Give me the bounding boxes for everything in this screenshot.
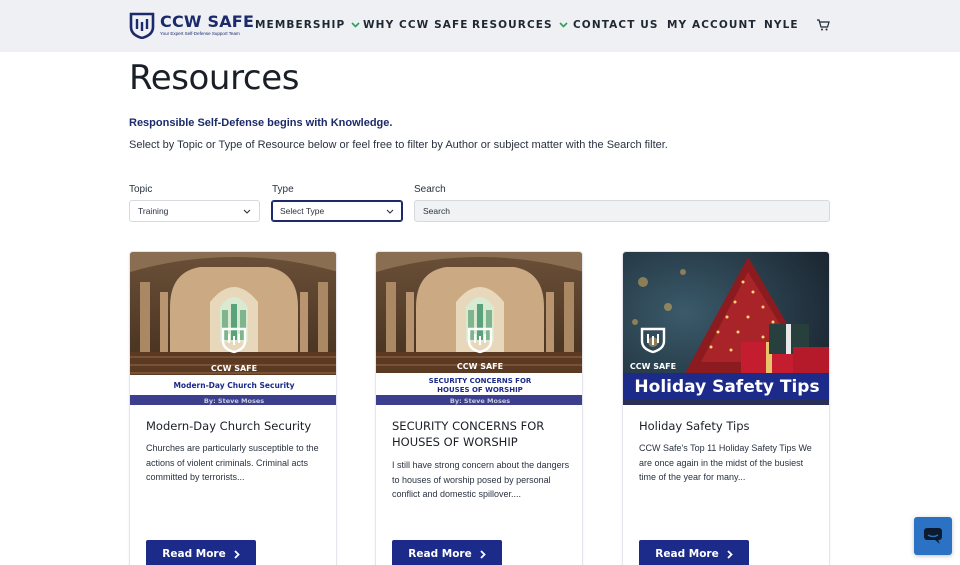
image-banner-text: Holiday Safety Tips <box>634 377 819 397</box>
image-byline-text: By: Steve Moses <box>450 397 510 405</box>
image-logo-text: CCW SAFE <box>211 364 257 373</box>
image-banner-line1: SECURITY CONCERNS FOR <box>429 377 532 385</box>
nav-my-account[interactable]: MY ACCOUNT <box>667 19 757 31</box>
nav-resources[interactable]: RESOURCES <box>472 19 568 31</box>
read-more-label: Read More <box>655 548 719 560</box>
type-label: Type <box>272 184 294 195</box>
nav-user-label: NYLE <box>764 19 799 31</box>
card-title[interactable]: Modern-Day Church Security <box>146 418 324 434</box>
church-interior-image: CCW SAFE Modern-Day Church Security By: … <box>130 252 336 405</box>
resource-card[interactable]: CCW SAFE SECURITY CONCERNS FOR HOUSES OF… <box>375 251 583 565</box>
intro-heading: Responsible Self-Defense begins with Kno… <box>129 117 393 129</box>
nav-user[interactable]: NYLE <box>764 19 799 31</box>
topic-label: Topic <box>129 184 153 195</box>
card-title[interactable]: SECURITY CONCERNS FOR HOUSES OF WORSHIP <box>392 418 570 450</box>
nav-why-ccw-safe[interactable]: WHY CCW SAFE <box>363 19 469 31</box>
brand-logo[interactable]: CCW SAFE Your Expert Self-Defense Suppor… <box>129 11 254 39</box>
nav-membership[interactable]: MEMBERSHIP <box>255 19 360 31</box>
chevron-down-icon <box>559 22 568 28</box>
card-description: Churches are particularly susceptible to… <box>146 443 319 482</box>
read-more-button[interactable]: Read More <box>392 540 502 565</box>
nav-resources-label: RESOURCES <box>472 19 553 31</box>
church-interior-image: CCW SAFE SECURITY CONCERNS FOR HOUSES OF… <box>376 252 582 405</box>
topic-select-value: Training <box>138 206 169 216</box>
search-label: Search <box>414 184 446 195</box>
nav-membership-label: MEMBERSHIP <box>255 19 346 31</box>
brand-name: CCW SAFE <box>160 12 255 31</box>
nav-contact-us[interactable]: CONTACT US <box>573 19 659 31</box>
brand-tagline: Your Expert Self-Defense Support Team <box>160 31 240 36</box>
resource-card[interactable]: CCW SAFE Modern-Day Church Security By: … <box>129 251 337 565</box>
holiday-tree-image: CCW SAFE Holiday Safety Tips <box>623 252 829 405</box>
chat-icon <box>924 528 942 544</box>
card-title[interactable]: Holiday Safety Tips <box>639 418 817 434</box>
chevron-right-icon <box>480 549 486 559</box>
topic-select[interactable]: Training <box>129 200 260 222</box>
card-image-holiday-tree[interactable]: CCW SAFE Holiday Safety Tips <box>623 252 829 405</box>
chevron-right-icon <box>727 549 733 559</box>
read-more-button[interactable]: Read More <box>146 540 256 565</box>
chat-launcher-button[interactable] <box>914 517 952 555</box>
card-description: CCW Safe's Top 11 Holiday Safety Tips We… <box>639 443 812 482</box>
site-header: CCW SAFE Your Expert Self-Defense Suppor… <box>0 0 960 52</box>
read-more-button[interactable]: Read More <box>639 540 749 565</box>
chevron-down-icon <box>386 209 394 214</box>
image-banner-text: Modern-Day Church Security <box>173 381 294 390</box>
image-logo-text: CCW SAFE <box>457 362 503 371</box>
chevron-down-icon <box>243 209 251 214</box>
image-banner-line2: HOUSES OF WORSHIP <box>437 386 523 394</box>
resource-card[interactable]: CCW SAFE Holiday Safety Tips Holiday Saf… <box>622 251 830 565</box>
read-more-label: Read More <box>162 548 226 560</box>
nav-account-label: MY ACCOUNT <box>667 19 757 31</box>
image-byline-text: By: Steve Moses <box>204 397 264 405</box>
card-description: I still have strong concern about the da… <box>392 460 570 499</box>
search-input[interactable]: Search <box>414 200 830 222</box>
nav-why-label: WHY CCW SAFE <box>363 19 469 31</box>
image-logo-text: CCW SAFE <box>630 362 676 371</box>
search-placeholder: Search <box>423 206 450 216</box>
read-more-label: Read More <box>408 548 472 560</box>
cart-icon[interactable] <box>816 18 830 32</box>
shield-logo-icon <box>129 12 155 39</box>
chevron-down-icon <box>351 22 360 28</box>
chevron-right-icon <box>234 549 240 559</box>
page-title: Resources <box>129 58 300 98</box>
card-image-church-interior[interactable]: CCW SAFE Modern-Day Church Security By: … <box>130 252 336 405</box>
type-select[interactable]: Select Type <box>271 200 403 222</box>
card-image-church-interior[interactable]: CCW SAFE SECURITY CONCERNS FOR HOUSES OF… <box>376 252 582 405</box>
nav-contact-label: CONTACT US <box>573 19 659 31</box>
intro-text: Select by Topic or Type of Resource belo… <box>129 139 668 151</box>
type-select-value: Select Type <box>280 206 325 216</box>
